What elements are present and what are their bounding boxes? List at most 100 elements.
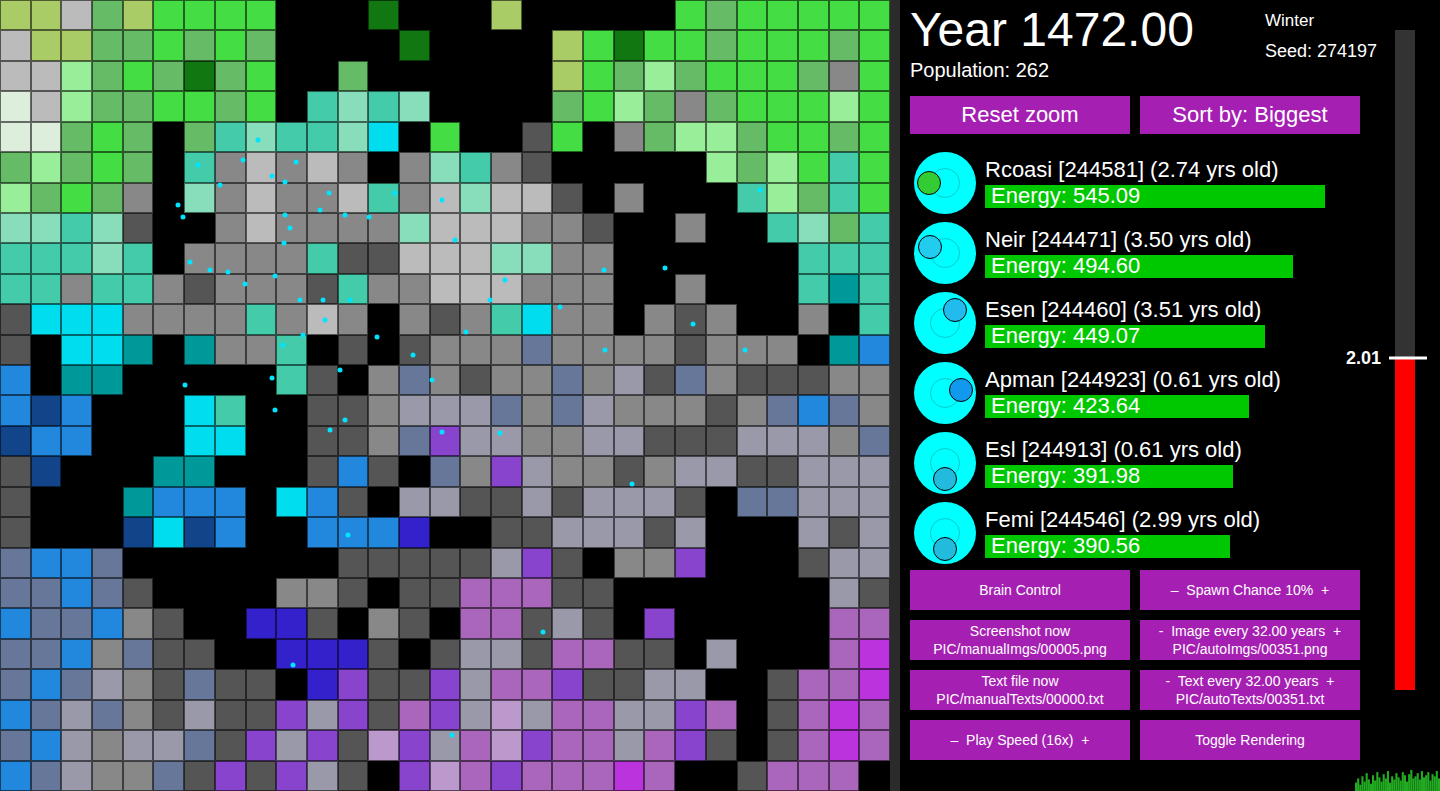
map-tile: [307, 700, 338, 730]
creature-dot[interactable]: [758, 188, 763, 193]
map-tile: [246, 395, 277, 425]
creature-dot[interactable]: [176, 203, 181, 208]
map-tile: [307, 426, 338, 456]
creature-dot[interactable]: [318, 208, 323, 213]
map-tile: [338, 517, 369, 547]
creature-dot[interactable]: [226, 270, 231, 275]
creature-dot[interactable]: [343, 213, 348, 218]
creature-row[interactable]: Esen [244460] (3.51 yrs old)Energy: 449.…: [910, 288, 1380, 358]
control-button[interactable]: Toggle Rendering: [1140, 720, 1360, 760]
creature-dot[interactable]: [453, 238, 458, 243]
map-tile: [399, 548, 430, 578]
creature-dot[interactable]: [281, 343, 286, 348]
creature-dot[interactable]: [291, 663, 296, 668]
map-tile: [184, 730, 215, 760]
creature-dot[interactable]: [430, 378, 435, 383]
creature-dot[interactable]: [498, 431, 503, 436]
map-tile: [184, 0, 215, 30]
map-tile: [61, 61, 92, 91]
creature-dot[interactable]: [196, 163, 201, 168]
control-button[interactable]: – Play Speed (16x) +: [910, 720, 1130, 760]
creature-dot[interactable]: [488, 298, 493, 303]
creature-dot[interactable]: [183, 383, 188, 388]
creature-dot[interactable]: [440, 430, 445, 435]
creature-dot[interactable]: [328, 428, 333, 433]
creature-dot[interactable]: [283, 213, 288, 218]
world-map[interactable]: [0, 0, 890, 791]
map-tile: [368, 122, 399, 152]
creature-dot[interactable]: [282, 241, 287, 246]
creature-dot[interactable]: [691, 322, 696, 327]
creature-dot[interactable]: [440, 198, 445, 203]
creature-dot[interactable]: [327, 191, 332, 196]
creature-dot[interactable]: [188, 260, 193, 265]
creature-dot[interactable]: [464, 330, 469, 335]
map-tile: [153, 456, 184, 486]
creature-dot[interactable]: [181, 215, 186, 220]
map-tile: [829, 578, 860, 608]
creature-row[interactable]: Esl [244913] (0.61 yrs old)Energy: 391.9…: [910, 428, 1380, 498]
creature-dot[interactable]: [273, 408, 278, 413]
creature-row[interactable]: Rcoasi [244581] (2.74 yrs old)Energy: 54…: [910, 148, 1380, 218]
map-tile: [153, 700, 184, 730]
creature-dot[interactable]: [663, 266, 668, 271]
creature-dot[interactable]: [367, 215, 372, 220]
creature-dot[interactable]: [218, 183, 223, 188]
creature-dot[interactable]: [343, 418, 348, 423]
map-tile: [184, 669, 215, 699]
creature-dot[interactable]: [541, 630, 546, 635]
creature-dot[interactable]: [375, 335, 380, 340]
creature-dot[interactable]: [411, 353, 416, 358]
creature-dot[interactable]: [273, 274, 278, 279]
map-tile: [737, 183, 768, 213]
creature-dot[interactable]: [241, 158, 246, 163]
creature-dot[interactable]: [338, 368, 343, 373]
map-tile: [798, 608, 829, 638]
creature-row[interactable]: Femi [244546] (2.99 yrs old)Energy: 390.…: [910, 498, 1380, 568]
map-tile: [153, 487, 184, 517]
creature-dot[interactable]: [256, 138, 261, 143]
creature-dot[interactable]: [208, 268, 213, 273]
creature-dot[interactable]: [294, 160, 299, 165]
creature-dot[interactable]: [243, 282, 248, 287]
map-tile: [614, 304, 645, 334]
map-tile: [614, 274, 645, 304]
creature-dot[interactable]: [558, 305, 563, 310]
control-button[interactable]: Text file nowPIC/manualTexts/00000.txt: [910, 670, 1130, 710]
meter-marker[interactable]: [1389, 357, 1427, 360]
creature-dot[interactable]: [288, 226, 293, 231]
creature-dot[interactable]: [270, 174, 275, 179]
creature-dot[interactable]: [270, 376, 275, 381]
creature-dot[interactable]: [321, 298, 326, 303]
creature-row[interactable]: Neir [244471] (3.50 yrs old)Energy: 494.…: [910, 218, 1380, 288]
control-button[interactable]: Brain Control: [910, 570, 1130, 610]
creature-dot[interactable]: [348, 298, 353, 303]
creature-dot[interactable]: [602, 268, 607, 273]
map-tile: [614, 183, 645, 213]
map-tile: [522, 304, 553, 334]
top-button[interactable]: Sort by: Biggest: [1140, 96, 1360, 134]
creature-dot[interactable]: [450, 733, 455, 738]
creature-dot[interactable]: [603, 348, 608, 353]
creature-dot[interactable]: [323, 318, 328, 323]
creature-row[interactable]: Apman [244923] (0.61 yrs old)Energy: 423…: [910, 358, 1380, 428]
top-button[interactable]: Reset zoom: [910, 96, 1130, 134]
map-tile: [123, 669, 154, 699]
creature-dot[interactable]: [301, 333, 306, 338]
map-tile: [767, 578, 798, 608]
map-tile: [430, 761, 461, 791]
meter-track[interactable]: 2.01: [1395, 30, 1415, 690]
control-button[interactable]: Screenshot nowPIC/manualImgs/00005.png: [910, 620, 1130, 660]
creature-dot[interactable]: [298, 298, 303, 303]
control-button[interactable]: - Text every 32.00 years +PIC/autoTexts/…: [1140, 670, 1360, 710]
map-tile: [552, 335, 583, 365]
map-tile: [276, 122, 307, 152]
control-button[interactable]: – Spawn Chance 10% +: [1140, 570, 1360, 610]
creature-dot[interactable]: [346, 533, 351, 538]
control-button[interactable]: - Image every 32.00 years +PIC/autoImgs/…: [1140, 620, 1360, 660]
creature-dot[interactable]: [393, 191, 398, 196]
creature-dot[interactable]: [283, 180, 288, 185]
creature-dot[interactable]: [503, 278, 508, 283]
creature-dot[interactable]: [743, 348, 748, 353]
creature-dot[interactable]: [630, 482, 635, 487]
